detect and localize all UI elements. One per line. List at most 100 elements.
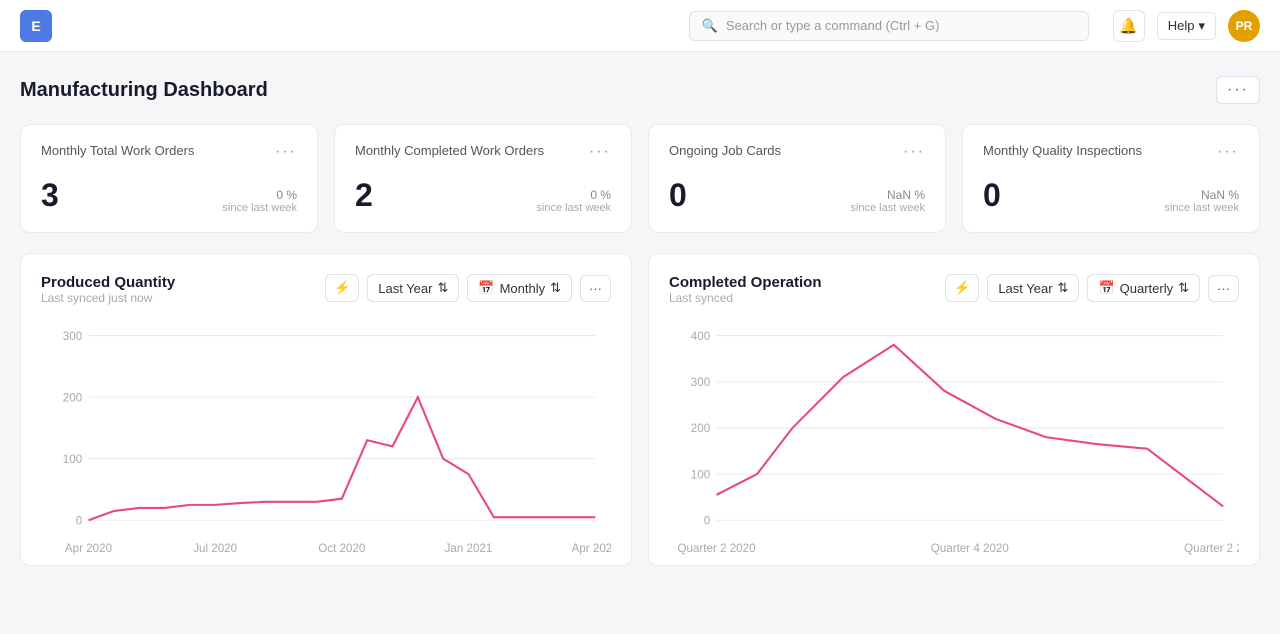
chart-title-block: Completed Operation Last synced <box>669 274 822 321</box>
kpi-since: since last week <box>222 202 297 214</box>
chart-row: Produced Quantity Last synced just now ⚡… <box>20 253 1260 566</box>
chart-more-button[interactable]: ··· <box>1208 275 1239 302</box>
chart-title: Completed Operation <box>669 274 822 291</box>
help-label: Help <box>1168 18 1195 33</box>
kpi-card-menu-button[interactable]: ··· <box>589 143 611 161</box>
svg-text:200: 200 <box>63 391 82 404</box>
kpi-card-1: Monthly Completed Work Orders ··· 2 0 % … <box>334 124 632 233</box>
kpi-card-title: Ongoing Job Cards <box>669 143 781 158</box>
kpi-row: Monthly Total Work Orders ··· 3 0 % sinc… <box>20 124 1260 233</box>
kpi-card-header: Ongoing Job Cards ··· <box>669 143 925 161</box>
calendar-icon: 📅 <box>1098 280 1114 296</box>
chart-period-select[interactable]: 📅 Quarterly ⇅ <box>1087 274 1200 302</box>
chart-line <box>716 345 1223 507</box>
kpi-value: 0 <box>983 177 1001 214</box>
chart-card-header: Completed Operation Last synced ⚡ Last Y… <box>669 274 1239 321</box>
chart-svg: 400 300 200 100 0 Quarter 2 2020 Quarter 4 20… <box>669 325 1239 557</box>
chart-card-1: Completed Operation Last synced ⚡ Last Y… <box>648 253 1260 566</box>
svg-text:Jul 2020: Jul 2020 <box>193 542 237 555</box>
kpi-since: since last week <box>1164 202 1239 214</box>
svg-text:Quarter 2 2021: Quarter 2 2021 <box>1184 542 1239 555</box>
filter-icon: ⚡ <box>954 280 970 296</box>
chart-period-select[interactable]: 📅 Monthly ⇅ <box>467 274 572 302</box>
svg-text:100: 100 <box>691 468 710 481</box>
kpi-card-body: 0 NaN % since last week <box>983 177 1239 214</box>
chart-card-header: Produced Quantity Last synced just now ⚡… <box>41 274 611 321</box>
kpi-card-menu-button[interactable]: ··· <box>275 143 297 161</box>
kpi-card-title: Monthly Completed Work Orders <box>355 143 544 158</box>
chart-controls: ⚡ Last Year ⇅ 📅 Quarterly ⇅ ··· <box>945 274 1239 302</box>
sort-arrows-icon-2: ⇅ <box>1178 280 1189 296</box>
notification-bell-button[interactable]: 🔔 <box>1113 10 1145 42</box>
kpi-change: 0 % <box>536 188 611 202</box>
kpi-card-header: Monthly Completed Work Orders ··· <box>355 143 611 161</box>
kpi-card-header: Monthly Quality Inspections ··· <box>983 143 1239 161</box>
kpi-value: 2 <box>355 177 373 214</box>
svg-text:0: 0 <box>76 514 82 527</box>
svg-text:0: 0 <box>704 514 710 527</box>
kpi-card-body: 2 0 % since last week <box>355 177 611 214</box>
chart-card-0: Produced Quantity Last synced just now ⚡… <box>20 253 632 566</box>
chart-filter-button[interactable]: ⚡ <box>325 274 359 302</box>
chart-year-select[interactable]: Last Year ⇅ <box>367 274 459 302</box>
search-icon: 🔍 <box>702 18 718 34</box>
kpi-card-menu-button[interactable]: ··· <box>1217 143 1239 161</box>
kpi-change-block: 0 % since last week <box>536 188 611 214</box>
search-bar[interactable]: 🔍 Search or type a command (Ctrl + G) <box>689 11 1089 41</box>
page-header: Manufacturing Dashboard ··· <box>20 76 1260 104</box>
chart-year-label: Last Year <box>998 281 1052 296</box>
kpi-card-body: 3 0 % since last week <box>41 177 297 214</box>
kpi-change: NaN % <box>1164 188 1239 202</box>
svg-text:300: 300 <box>691 376 710 389</box>
kpi-card-menu-button[interactable]: ··· <box>903 143 925 161</box>
kpi-value: 0 <box>669 177 687 214</box>
calendar-icon: 📅 <box>478 280 494 296</box>
chart-period-label: Quarterly <box>1120 281 1173 296</box>
chart-filter-button[interactable]: ⚡ <box>945 274 979 302</box>
chart-subtitle: Last synced <box>669 291 822 305</box>
kpi-card-title: Monthly Quality Inspections <box>983 143 1142 158</box>
kpi-change: 0 % <box>222 188 297 202</box>
kpi-change-block: 0 % since last week <box>222 188 297 214</box>
svg-text:400: 400 <box>691 330 710 343</box>
kpi-card-title: Monthly Total Work Orders <box>41 143 194 158</box>
chart-area: 4003002001000 Quarter 2 2020Quarter 4 20… <box>669 325 1239 545</box>
kpi-card-header: Monthly Total Work Orders ··· <box>41 143 297 161</box>
kpi-card-body: 0 NaN % since last week <box>669 177 925 214</box>
svg-text:Quarter 2 2020: Quarter 2 2020 <box>677 542 755 555</box>
kpi-since: since last week <box>850 202 925 214</box>
sort-arrows-icon: ⇅ <box>1058 280 1069 296</box>
chart-period-label: Monthly <box>500 281 546 296</box>
app-icon: E <box>20 10 52 42</box>
svg-text:Oct 2020: Oct 2020 <box>318 542 365 555</box>
kpi-change: NaN % <box>850 188 925 202</box>
svg-text:Apr 2020: Apr 2020 <box>65 542 112 555</box>
chart-title-block: Produced Quantity Last synced just now <box>41 274 175 321</box>
help-button[interactable]: Help ▾ <box>1157 12 1216 40</box>
svg-text:Apr 2021: Apr 2021 <box>572 542 611 555</box>
sort-arrows-icon: ⇅ <box>437 280 448 296</box>
chart-more-button[interactable]: ··· <box>580 275 611 302</box>
page-content: Manufacturing Dashboard ··· Monthly Tota… <box>0 52 1280 590</box>
svg-text:Jan 2021: Jan 2021 <box>445 542 493 555</box>
chevron-down-icon: ▾ <box>1198 18 1205 34</box>
kpi-since: since last week <box>536 202 611 214</box>
kpi-value: 3 <box>41 177 59 214</box>
chart-year-select[interactable]: Last Year ⇅ <box>987 274 1079 302</box>
search-placeholder: Search or type a command (Ctrl + G) <box>726 18 940 33</box>
svg-text:200: 200 <box>691 422 710 435</box>
chart-title: Produced Quantity <box>41 274 175 291</box>
kpi-card-0: Monthly Total Work Orders ··· 3 0 % sinc… <box>20 124 318 233</box>
page-title: Manufacturing Dashboard <box>20 79 268 102</box>
kpi-card-2: Ongoing Job Cards ··· 0 NaN % since last… <box>648 124 946 233</box>
kpi-change-block: NaN % since last week <box>1164 188 1239 214</box>
chart-controls: ⚡ Last Year ⇅ 📅 Monthly ⇅ ··· <box>325 274 611 302</box>
svg-text:Quarter 4 2020: Quarter 4 2020 <box>931 542 1009 555</box>
sort-arrows-icon-2: ⇅ <box>550 280 561 296</box>
chart-svg: 3002001000 Apr 2020Jul 2020Oct 2020Jan 2… <box>41 325 611 557</box>
avatar[interactable]: PR <box>1228 10 1260 42</box>
svg-text:100: 100 <box>63 453 82 466</box>
nav-right: 🔔 Help ▾ PR <box>1113 10 1260 42</box>
page-more-button[interactable]: ··· <box>1216 76 1260 104</box>
kpi-card-3: Monthly Quality Inspections ··· 0 NaN % … <box>962 124 1260 233</box>
